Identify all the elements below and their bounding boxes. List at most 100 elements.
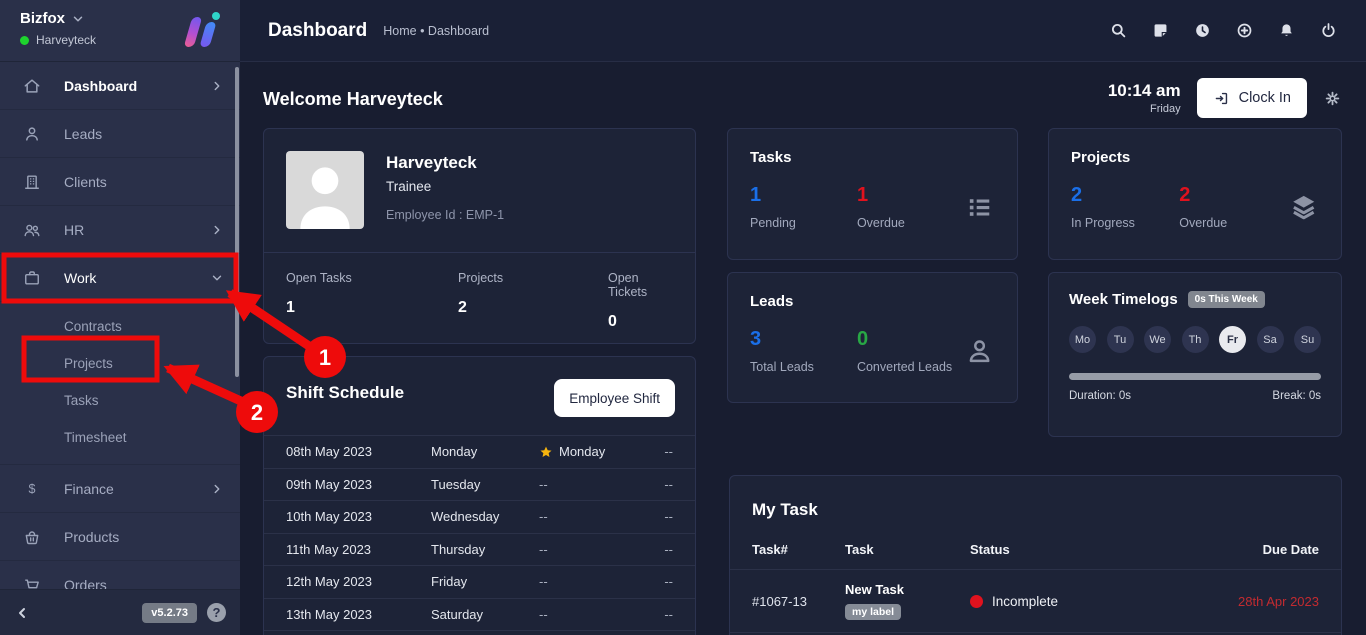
current-user: Harveyteck	[20, 33, 96, 47]
leads-converted-stat: 0 Converted Leads	[857, 328, 964, 374]
col-header-task: Task	[845, 542, 970, 557]
svg-text:$: $	[29, 482, 36, 496]
task-id: #1067-13	[752, 594, 845, 609]
day-circle-tu: Tu	[1107, 326, 1134, 353]
chevron-right-icon	[210, 223, 224, 237]
main-content: Welcome Harveyteck 10:14 am Friday Clock…	[240, 62, 1366, 635]
breadcrumb[interactable]: Home • Dashboard	[383, 24, 489, 38]
profile-stat-open-tasks: Open Tasks 1	[286, 271, 458, 331]
add-icon[interactable]	[1235, 21, 1254, 40]
version-badge: v5.2.73	[142, 603, 197, 623]
profile-card: Harveyteck Trainee Employee Id : EMP-1 O…	[263, 128, 696, 344]
day-circle-th: Th	[1182, 326, 1209, 353]
shift-row: 09th May 2023 Tuesday -- --	[264, 468, 695, 501]
task-status: Incomplete	[970, 594, 1199, 609]
tasks-card: Tasks 1 Pending 1 Overdue	[727, 128, 1018, 260]
shift-schedule-title: Shift Schedule	[286, 383, 404, 403]
sidebar-item-label: Clients	[64, 174, 224, 190]
person-icon	[22, 124, 42, 144]
sidebar-scrollbar[interactable]	[235, 67, 239, 377]
day-circle-fr: Fr	[1219, 326, 1246, 353]
task-row[interactable]: #1067-13 New Task my label Incomplete 28…	[730, 570, 1341, 633]
time-value: 10:14 am	[1108, 81, 1181, 101]
my-task-header-row: Task# Task Status Due Date	[730, 520, 1341, 570]
leads-card-title: Leads	[750, 293, 995, 310]
chevron-down-icon	[210, 271, 224, 285]
sidebar-item-label: HR	[64, 222, 210, 238]
profile-stat-projects: Projects 2	[458, 271, 608, 331]
chevron-right-icon	[210, 79, 224, 93]
notes-icon[interactable]	[1151, 21, 1170, 40]
time-weekday: Friday	[1108, 103, 1181, 115]
chevron-down-icon	[71, 12, 85, 26]
page-title: Dashboard	[268, 20, 367, 42]
task-name-cell: New Task my label	[845, 582, 970, 620]
shift-table: 08th May 2023 Monday Monday -- 09th May …	[264, 435, 695, 635]
employee-shift-button[interactable]: Employee Shift	[554, 379, 675, 417]
sidebar-subitem-tasks[interactable]: Tasks	[0, 382, 240, 419]
day-circle-mo: Mo	[1069, 326, 1096, 353]
col-header-status: Status	[970, 542, 1199, 557]
shift-row: 12th May 2023 Friday -- --	[264, 565, 695, 598]
task-label-badge: my label	[845, 604, 901, 620]
weekday-circles: Mo Tu We Th Fr Sa Su	[1069, 326, 1321, 353]
profile-role: Trainee	[386, 179, 504, 194]
sidebar-item-products[interactable]: Products	[0, 513, 240, 561]
sidebar: Bizfox Harveyteck Dashboard Leads Clien	[0, 0, 240, 635]
shift-row: 13th May 2023 Saturday -- --	[264, 598, 695, 631]
task-due-date: 28th Apr 2023	[1199, 594, 1319, 609]
sidebar-item-label: Work	[64, 270, 210, 286]
help-icon[interactable]: ?	[207, 603, 226, 622]
collapse-sidebar-icon[interactable]	[14, 605, 30, 621]
status-dot-icon	[970, 595, 983, 608]
topbar: Dashboard Home • Dashboard	[240, 0, 1366, 62]
timelogs-title: Week Timelogs	[1069, 291, 1178, 308]
basket-icon	[22, 527, 42, 547]
workspace-switcher[interactable]: Bizfox	[20, 10, 96, 27]
notifications-bell-icon[interactable]	[1277, 21, 1296, 40]
my-task-card: My Task Task# Task Status Due Date #1067…	[729, 475, 1342, 635]
sidebar-item-hr[interactable]: HR	[0, 206, 240, 254]
people-icon	[22, 220, 42, 240]
sidebar-item-label: Products	[64, 529, 224, 545]
settings-gear-icon[interactable]	[1323, 89, 1342, 108]
sidebar-item-label: Dashboard	[64, 78, 210, 94]
clock-icon[interactable]	[1193, 21, 1212, 40]
sidebar-item-label: Finance	[64, 481, 210, 497]
sidebar-subitem-timesheet[interactable]: Timesheet	[0, 419, 240, 456]
online-status-icon	[20, 36, 29, 45]
power-icon[interactable]	[1319, 21, 1338, 40]
sidebar-item-clients[interactable]: Clients	[0, 158, 240, 206]
sidebar-footer: v5.2.73 ?	[0, 589, 240, 635]
building-icon	[22, 172, 42, 192]
sidebar-item-work[interactable]: Work	[0, 254, 240, 302]
sidebar-subitem-projects[interactable]: Projects	[0, 345, 240, 382]
task-name: New Task	[845, 582, 904, 597]
profile-name: Harveyteck	[386, 153, 504, 173]
work-submenu: Contracts Projects Tasks Timesheet	[0, 302, 240, 465]
timelogs-week-badge: 0s This Week	[1188, 291, 1265, 308]
col-header-due-date: Due Date	[1199, 542, 1319, 557]
sidebar-item-leads[interactable]: Leads	[0, 110, 240, 158]
sidebar-item-dashboard[interactable]: Dashboard	[0, 62, 240, 110]
leads-card: Leads 3 Total Leads 0 Converted Leads	[727, 272, 1018, 403]
timelog-break: Break: 0s	[1272, 390, 1321, 402]
sidebar-header: Bizfox Harveyteck	[0, 0, 240, 62]
profile-employee-id: Employee Id : EMP-1	[386, 208, 504, 222]
shift-row: 08th May 2023 Monday Monday --	[264, 435, 695, 468]
timelog-progress-bar	[1069, 373, 1321, 380]
shift-row	[264, 630, 695, 635]
login-icon	[1213, 90, 1230, 107]
person-outline-icon	[964, 335, 995, 367]
search-icon[interactable]	[1109, 21, 1128, 40]
tasks-pending-stat: 1 Pending	[750, 184, 857, 230]
layers-icon	[1288, 191, 1319, 223]
tasks-card-title: Tasks	[750, 149, 995, 166]
clock-in-button[interactable]: Clock In	[1197, 78, 1307, 118]
star-icon	[539, 445, 553, 459]
sidebar-subitem-contracts[interactable]: Contracts	[0, 308, 240, 345]
my-task-title: My Task	[730, 476, 1341, 520]
sidebar-item-finance[interactable]: $ Finance	[0, 465, 240, 513]
tasks-overdue-stat: 1 Overdue	[857, 184, 964, 230]
shift-row: 11th May 2023 Thursday -- --	[264, 533, 695, 566]
